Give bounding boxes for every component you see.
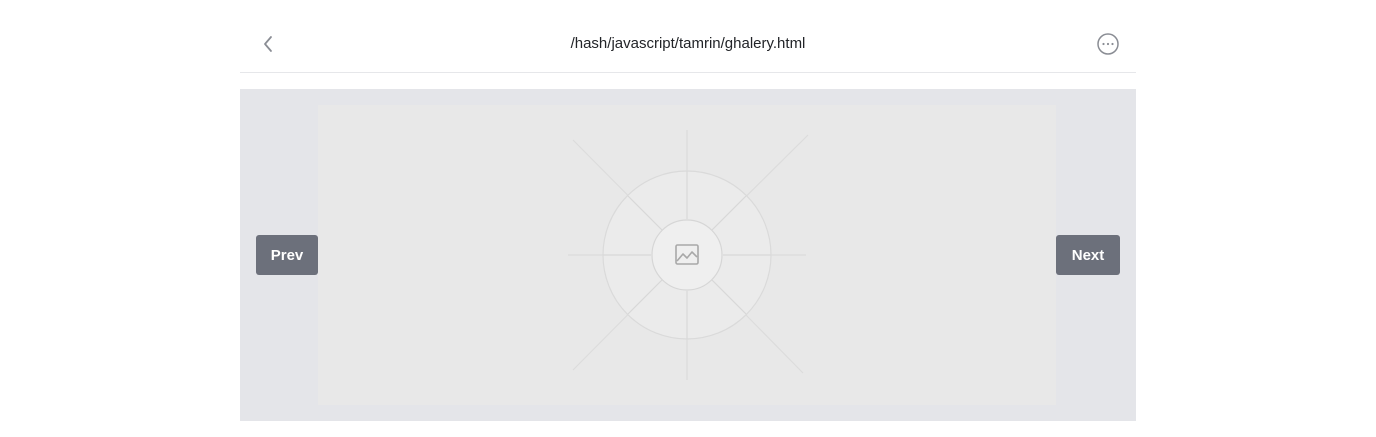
more-options-button[interactable]: [1096, 32, 1120, 56]
next-button[interactable]: Next: [1056, 235, 1120, 275]
prev-button[interactable]: Prev: [256, 235, 318, 275]
placeholder-graphic: [568, 130, 809, 380]
page-title: /hash/javascript/tamrin/ghalery.html: [570, 35, 806, 52]
gallery-stage: Prev Next: [240, 89, 1136, 421]
more-horizontal-circle-icon: [1097, 33, 1119, 55]
image-placeholder: [318, 105, 1056, 405]
browser-frame: /hash/javascript/tamrin/ghalery.html Pre…: [240, 0, 1136, 437]
top-bar: /hash/javascript/tamrin/ghalery.html: [240, 0, 1136, 73]
